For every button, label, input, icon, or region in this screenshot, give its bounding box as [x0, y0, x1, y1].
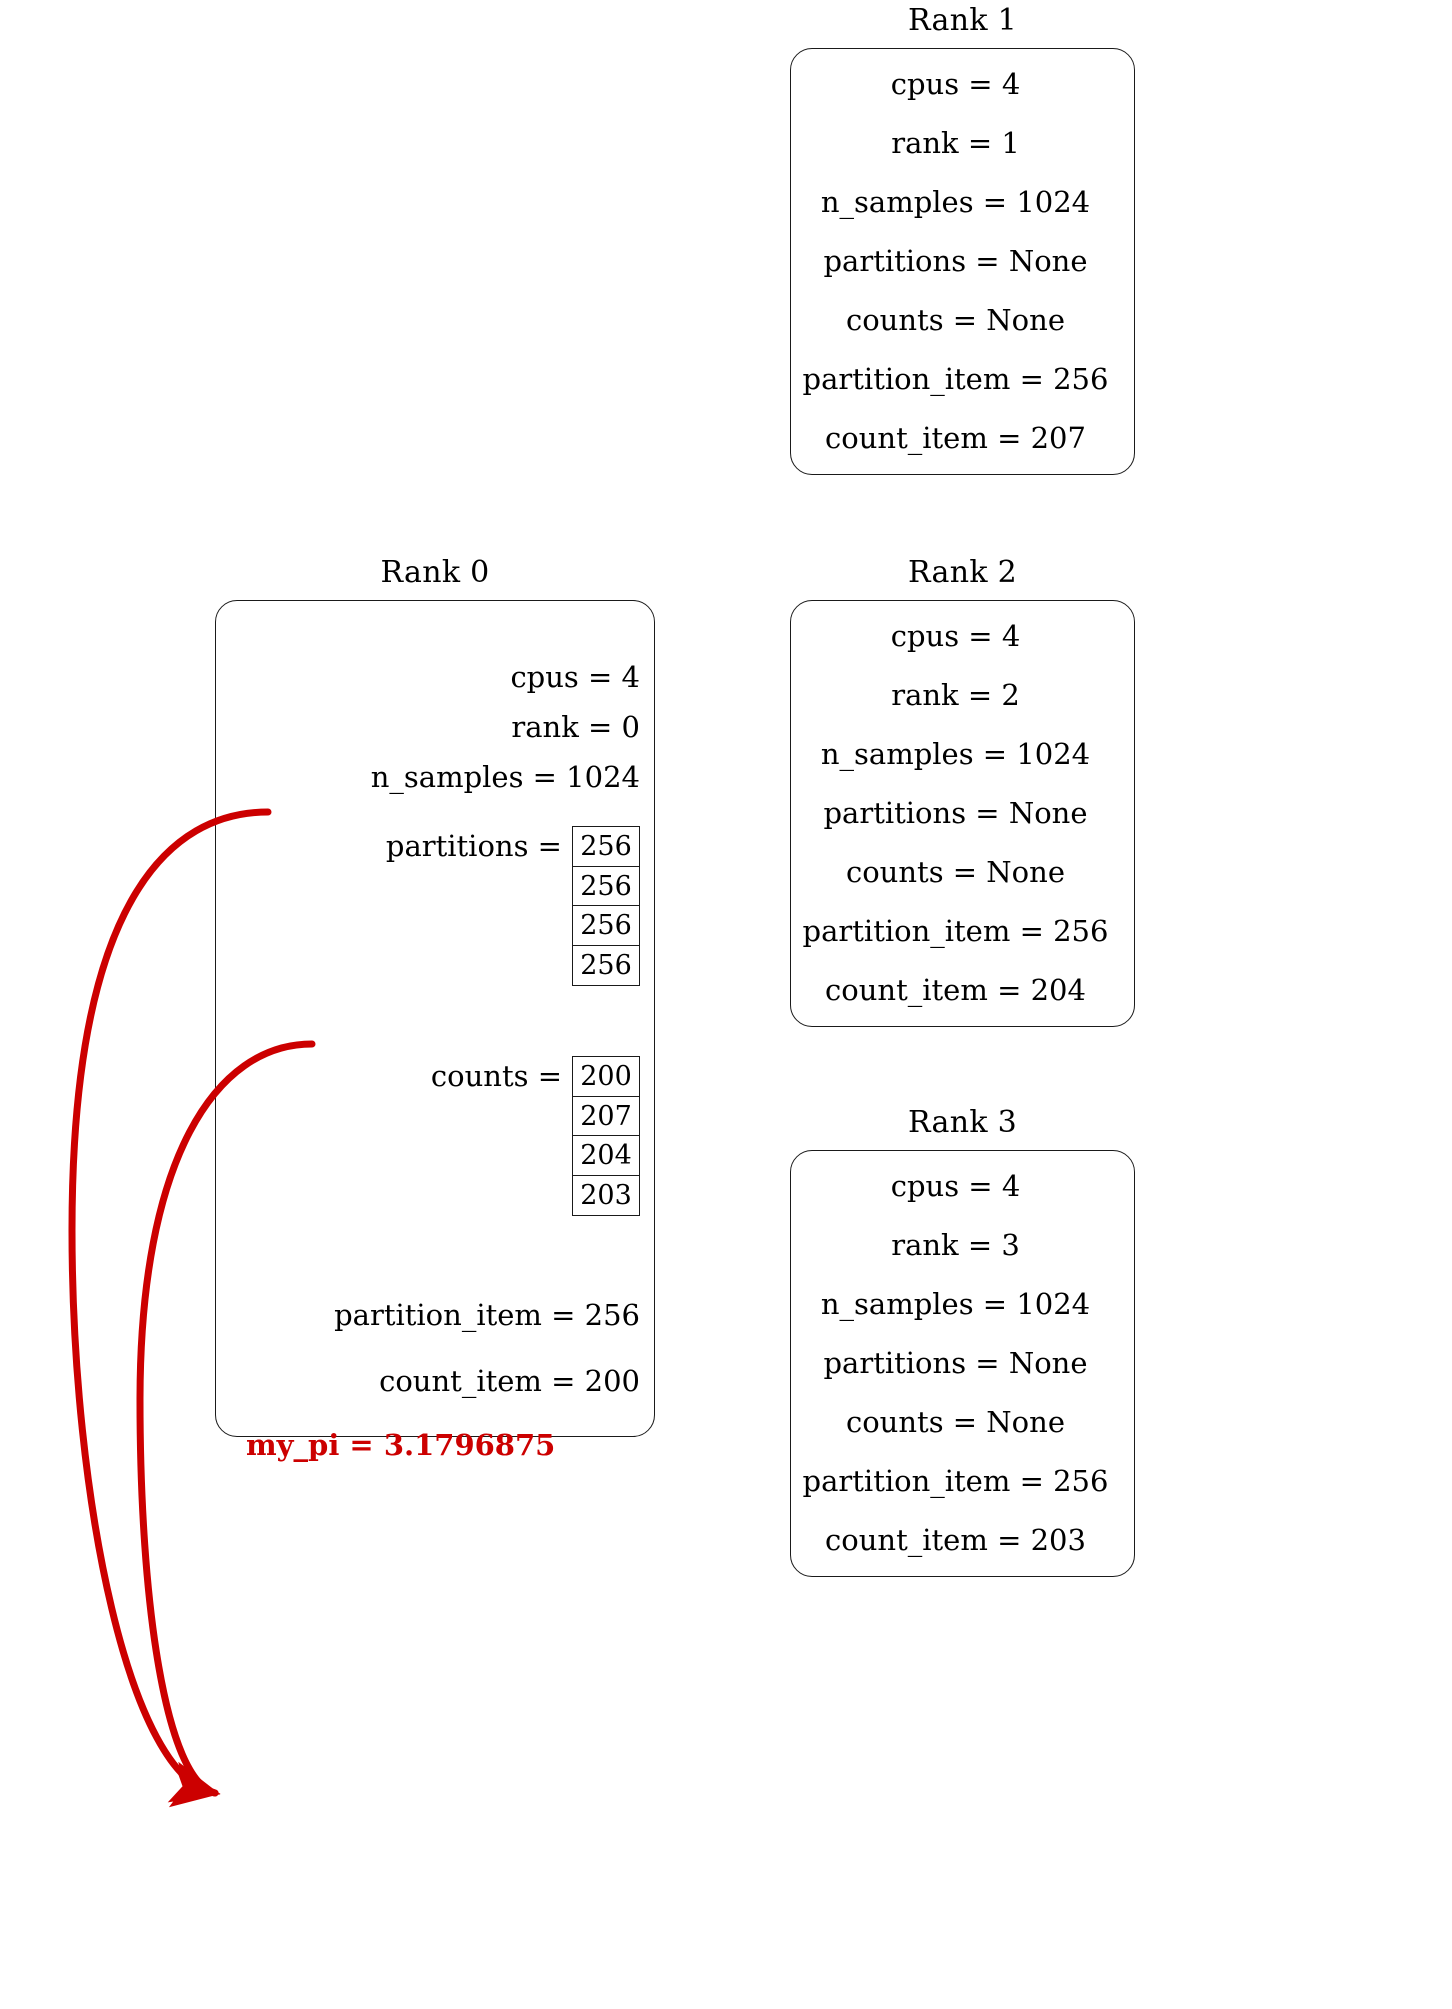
rank-1-group: Rank 1 cpus = 4 rank = 1 n_samples = 102…	[790, 6, 1135, 475]
rank-1-field-partitions: partitions = None	[823, 244, 1088, 278]
rank-0-counts-cell: 207	[572, 1095, 640, 1137]
rank-3-field-partitions: partitions = None	[823, 1346, 1088, 1380]
rank-3-field-counts: counts = None	[845, 1405, 1065, 1439]
rank-0-field-list: cpus = 4 rank = 0 n_samples = 1024 parti…	[216, 601, 654, 1460]
rank-2-field-list: cpus = 4 rank = 2 n_samples = 1024 parti…	[791, 601, 1134, 1026]
rank-1-box: cpus = 4 rank = 1 n_samples = 1024 parti…	[790, 48, 1135, 475]
rank-0-field-rank: rank = 0	[511, 710, 640, 744]
rank-0-box: cpus = 4 rank = 0 n_samples = 1024 parti…	[215, 600, 655, 1460]
rank-0-field-cpus: cpus = 4	[510, 660, 640, 694]
rank-3-title: Rank 3	[907, 1105, 1018, 1140]
rank-2-title: Rank 2	[907, 555, 1018, 590]
diagram-canvas: Rank 1 cpus = 4 rank = 1 n_samples = 102…	[0, 0, 1452, 2009]
rank-0-counts-cell: 204	[572, 1135, 640, 1177]
rank-3-field-partition-item: partition_item = 256	[802, 1464, 1109, 1498]
rank-1-field-counts: counts = None	[845, 303, 1065, 337]
rank-2-field-count-item: count_item = 204	[825, 973, 1086, 1007]
rank-2-field-counts: counts = None	[845, 855, 1065, 889]
rank-2-group: Rank 2 cpus = 4 rank = 2 n_samples = 102…	[790, 558, 1135, 1027]
rank-0-counts-cell: 203	[572, 1174, 640, 1216]
rank-0-title: Rank 0	[380, 555, 490, 590]
rank-0-counts-label: counts =	[430, 1059, 562, 1093]
rank-3-box: cpus = 4 rank = 3 n_samples = 1024 parti…	[790, 1150, 1135, 1577]
rank-0-field-partition-item: partition_item = 256	[334, 1298, 640, 1332]
rank-2-field-rank: rank = 2	[891, 678, 1020, 712]
rank-3-field-cpus: cpus = 4	[890, 1169, 1021, 1203]
rank-0-partitions-cell: 256	[572, 865, 640, 907]
rank-0-partitions-array: 256 256 256 256	[572, 826, 640, 986]
rank-2-field-partition-item: partition_item = 256	[802, 914, 1109, 948]
rank-0-partitions-cell: 256	[572, 905, 640, 947]
rank-3-field-rank: rank = 3	[891, 1228, 1020, 1262]
rank-2-box: cpus = 4 rank = 2 n_samples = 1024 parti…	[790, 600, 1135, 1027]
rank-2-field-cpus: cpus = 4	[890, 619, 1021, 653]
rank-1-title: Rank 1	[907, 3, 1018, 38]
rank-0-field-count-item: count_item = 200	[379, 1364, 640, 1398]
rank-2-field-n-samples: n_samples = 1024	[820, 737, 1091, 771]
rank-1-field-n-samples: n_samples = 1024	[820, 185, 1091, 219]
rank-3-field-count-item: count_item = 203	[825, 1523, 1086, 1557]
rank-3-field-n-samples: n_samples = 1024	[820, 1287, 1091, 1321]
rank-0-counts-cell: 200	[572, 1056, 640, 1097]
rank-1-field-count-item: count_item = 207	[825, 421, 1086, 455]
rank-1-field-cpus: cpus = 4	[890, 67, 1021, 101]
rank-0-counts-array: 200 207 204 203	[572, 1056, 640, 1216]
rank-3-group: Rank 3 cpus = 4 rank = 3 n_samples = 102…	[790, 1108, 1135, 1577]
rank-0-partitions-row: partitions = 256 256 256 256	[386, 826, 640, 986]
rank-1-field-list: cpus = 4 rank = 1 n_samples = 1024 parti…	[791, 49, 1134, 474]
rank-0-partitions-cell: 256	[572, 826, 640, 867]
rank-1-field-rank: rank = 1	[891, 126, 1020, 160]
rank-0-group: Rank 0 cpus = 4 rank = 0 n_samples = 102…	[215, 555, 655, 1460]
rank-0-field-n-samples: n_samples = 1024	[370, 760, 640, 794]
rank-0-counts-row: counts = 200 207 204 203	[431, 1056, 640, 1216]
rank-3-field-list: cpus = 4 rank = 3 n_samples = 1024 parti…	[791, 1151, 1134, 1576]
rank-0-partitions-cell: 256	[572, 944, 640, 986]
rank-0-partitions-label: partitions =	[385, 829, 562, 863]
rank-0-field-my-pi: my_pi = 3.1796875	[246, 1428, 556, 1462]
rank-2-field-partitions: partitions = None	[823, 796, 1088, 830]
rank-1-field-partition-item: partition_item = 256	[802, 362, 1109, 396]
